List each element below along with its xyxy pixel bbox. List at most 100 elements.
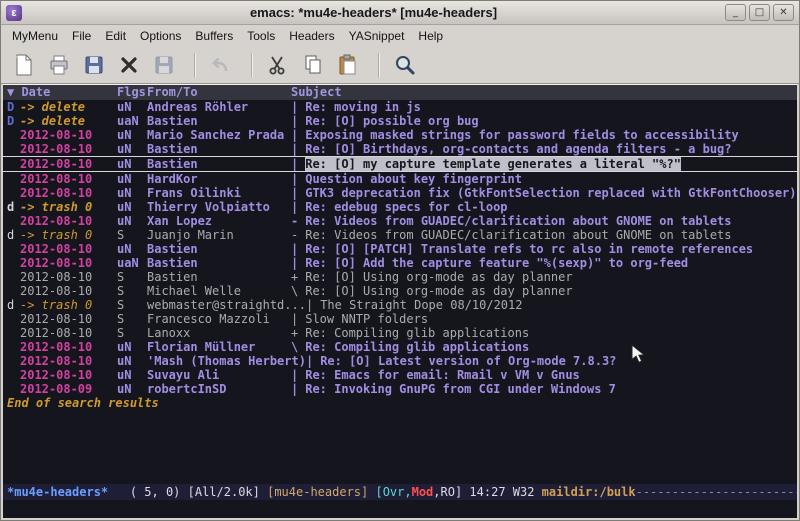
date-field: 2012-08-10 — [20, 270, 117, 284]
menu-item-yasnippet[interactable]: YASnippet — [342, 26, 412, 46]
subject-field: Re: [O] my capture template generates a … — [305, 157, 681, 171]
message-row[interactable]: 2012-08-10SFrancesco Mazzoli|Slow NNTP f… — [3, 312, 797, 326]
message-row[interactable]: 2012-08-10SLanoxx+Re: Compiling glib app… — [3, 326, 797, 340]
mark-char — [7, 214, 20, 228]
message-row[interactable]: 2012-08-10uNFlorian Müllner\Re: Compilin… — [3, 340, 797, 354]
window-buttons: _ □ ✕ — [725, 4, 794, 21]
date-field: 2012-08-10 — [20, 157, 117, 171]
message-row[interactable]: d-> trash 0SJuanjo Marin-Re: Videos from… — [3, 228, 797, 242]
from-field: HardKor — [147, 172, 291, 186]
subject-field: Re: [O] possible org bug — [305, 114, 478, 128]
thread-separator: + — [291, 326, 298, 340]
menu-item-options[interactable]: Options — [133, 26, 188, 46]
end-of-search-results: End of search results — [3, 396, 797, 410]
close-button[interactable]: ✕ — [773, 4, 794, 21]
column-header-date[interactable]: ▼ Date — [7, 85, 117, 100]
major-mode: [mu4e-headers] — [267, 485, 375, 499]
menu-item-edit[interactable]: Edit — [98, 26, 133, 46]
column-header-flags[interactable]: Flgs — [117, 85, 147, 100]
paste-icon[interactable] — [333, 50, 363, 80]
message-row[interactable]: 2012-08-10uNHardKor|Question about key f… — [3, 172, 797, 186]
titlebar[interactable]: ε emacs: *mu4e-headers* [mu4e-headers] _… — [1, 1, 799, 25]
undo-icon — [206, 50, 236, 80]
buffer-name: *mu4e-headers* — [7, 485, 130, 499]
copy-icon[interactable] — [298, 50, 328, 80]
message-row[interactable]: 2012-08-10uNBastien|Re: [O] my capture t… — [3, 156, 797, 172]
subject-field: Re: Compiling glib applications — [305, 326, 529, 340]
message-row[interactable]: 2012-08-10uN'Mash (Thomas Herbert)|Re: [… — [3, 354, 797, 368]
from-field: Andreas Röhler — [147, 100, 291, 114]
thread-separator: | — [291, 256, 298, 270]
date-field: 2012-08-10 — [20, 214, 117, 228]
flags-field: S — [117, 298, 147, 312]
mark-char — [7, 312, 20, 326]
save-icon[interactable] — [79, 50, 109, 80]
new-file-icon[interactable] — [9, 50, 39, 80]
menu-item-headers[interactable]: Headers — [282, 26, 341, 46]
message-row[interactable]: 2012-08-10uNXan Lopez-Re: Videos from GU… — [3, 214, 797, 228]
mark-char — [7, 256, 20, 270]
message-row[interactable]: 2012-08-10uNBastien|Re: [O] [PATCH] Tran… — [3, 242, 797, 256]
thread-separator: | — [291, 368, 298, 382]
close-buffer-icon[interactable] — [114, 50, 144, 80]
from-field: Bastien — [147, 242, 291, 256]
flags-field: uN — [117, 242, 147, 256]
emacs-frame: ▼ Date Flgs From/To Subject D-> deleteuN… — [3, 84, 797, 518]
message-row[interactable]: 2012-08-10SBastien+Re: [O] Using org-mod… — [3, 270, 797, 284]
mark-char — [7, 142, 20, 156]
flags-field: uN — [117, 100, 147, 114]
toolbar-separator — [378, 53, 380, 77]
message-row[interactable]: 2012-08-10uNBastien|Re: [O] Birthdays, o… — [3, 142, 797, 156]
overwrite-indicator: [Ovr, — [375, 485, 411, 499]
from-field: 'Mash (Thomas Herbert) — [147, 354, 306, 368]
message-row[interactable]: 2012-08-10uNFrans Oilinki|GTK3 deprecati… — [3, 186, 797, 200]
menu-item-buffers[interactable]: Buffers — [188, 26, 240, 46]
print-icon[interactable] — [44, 50, 74, 80]
message-row[interactable]: d-> trash 0uNThierry Volpiatto|Re: edebu… — [3, 200, 797, 214]
modeline[interactable]: *mu4e-headers* ( 5, 0) [All/2.0k] [mu4e-… — [3, 484, 797, 500]
date-field: 2012-08-10 — [20, 256, 117, 270]
menu-item-mymenu[interactable]: MyMenu — [5, 26, 65, 46]
column-header-from[interactable]: From/To — [147, 85, 291, 100]
menu-item-file[interactable]: File — [65, 26, 98, 46]
mark-char — [7, 270, 20, 284]
from-field: Mario Sanchez Prada — [147, 128, 291, 142]
thread-separator: | — [306, 354, 313, 368]
minibuffer[interactable] — [3, 500, 797, 518]
subject-field: Re: Videos from GUADEC/clarification abo… — [305, 228, 731, 242]
message-row[interactable]: 2012-08-10SMichael Welle\Re: [O] Using o… — [3, 284, 797, 298]
from-field: Bastien — [147, 114, 291, 128]
message-row[interactable]: 2012-08-10uNMario Sanchez Prada|Exposing… — [3, 128, 797, 142]
message-row[interactable]: 2012-08-10uaNBastien|Re: [O] Add the cap… — [3, 256, 797, 270]
search-icon[interactable] — [390, 50, 420, 80]
message-row[interactable]: D-> deleteuaNBastien|Re: [O] possible or… — [3, 114, 797, 128]
save-as-icon — [149, 50, 179, 80]
message-row[interactable]: 2012-08-10uNSuvayu Ali|Re: Emacs for ema… — [3, 368, 797, 382]
menu-item-tools[interactable]: Tools — [240, 26, 282, 46]
thread-separator: | — [291, 114, 298, 128]
headers-buffer[interactable]: ▼ Date Flgs From/To Subject D-> deleteuN… — [3, 85, 797, 484]
thread-separator: | — [291, 242, 298, 256]
flags-field: uN — [117, 142, 147, 156]
flags-field: S — [117, 312, 147, 326]
subject-field: Question about key fingerprint — [305, 172, 522, 186]
cut-icon[interactable] — [263, 50, 293, 80]
thread-separator: | — [306, 298, 313, 312]
menu-item-help[interactable]: Help — [411, 26, 450, 46]
flags-field: uN — [117, 186, 147, 200]
minimize-button[interactable]: _ — [725, 4, 746, 21]
subject-field: Re: Invoking GnuPG from CGI under Window… — [305, 382, 616, 396]
mark-char — [7, 172, 20, 186]
message-row[interactable]: d-> trash 0Swebmaster@straightd...|The S… — [3, 298, 797, 312]
mark-char — [7, 284, 20, 298]
maildir: maildir:/bulk — [542, 485, 636, 499]
from-field: Bastien — [147, 256, 291, 270]
maximize-button[interactable]: □ — [749, 4, 770, 21]
message-row[interactable]: D-> deleteuNAndreas Röhler|Re: moving in… — [3, 100, 797, 114]
column-header-subject[interactable]: Subject — [291, 85, 342, 100]
from-field: Bastien — [147, 270, 291, 284]
message-row[interactable]: 2012-08-09uNrobertcInSD|Re: Invoking Gnu… — [3, 382, 797, 396]
readonly-indicator: ,RO] — [433, 485, 469, 499]
flags-field: uN — [117, 200, 147, 214]
thread-separator: \ — [291, 340, 298, 354]
